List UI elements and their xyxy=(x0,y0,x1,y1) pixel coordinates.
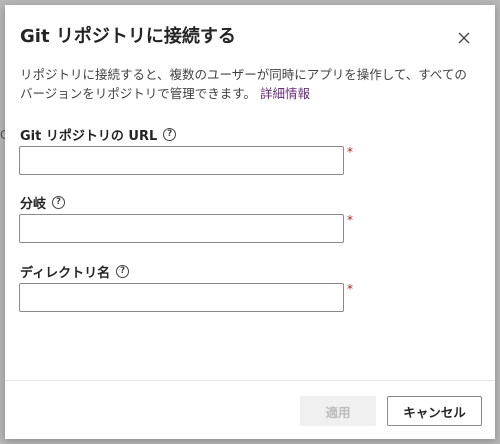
required-indicator: * xyxy=(347,282,353,296)
close-button[interactable] xyxy=(453,27,475,49)
connect-git-dialog: Git リポジトリに接続する リポジトリに接続すると、複数のユーザーが同時にアプ… xyxy=(5,5,495,439)
apply-button[interactable]: 適用 xyxy=(300,396,376,426)
help-icon[interactable]: ? xyxy=(52,196,66,209)
help-icon[interactable]: ? xyxy=(116,265,130,278)
required-indicator: * xyxy=(347,145,353,159)
learn-more-link[interactable]: 詳細情報 xyxy=(260,86,310,101)
repo-url-input[interactable] xyxy=(19,146,344,175)
repo-url-label: Git リポジトリの URL ? xyxy=(20,125,177,144)
help-icon[interactable]: ? xyxy=(163,128,177,141)
directory-name-input[interactable] xyxy=(19,283,344,312)
branch-label-text: 分岐 xyxy=(20,197,47,212)
cancel-button[interactable]: キャンセル xyxy=(387,396,482,426)
required-indicator: * xyxy=(347,213,353,227)
branch-input[interactable] xyxy=(19,214,344,243)
repo-url-label-text: Git リポジトリの URL xyxy=(20,129,158,144)
dialog-header: Git リポジトリに接続する xyxy=(20,25,480,51)
directory-name-label-text: ディレクトリ名 xyxy=(20,266,111,281)
dialog-description: リポジトリに接続すると、複数のユーザーが同時にアプリを操作して、すべてのバージョ… xyxy=(20,65,475,103)
branch-label: 分岐 ? xyxy=(20,193,66,212)
dialog-footer: 適用 キャンセル xyxy=(5,380,495,439)
description-text: リポジトリに接続すると、複数のユーザーが同時にアプリを操作して、すべてのバージョ… xyxy=(20,67,467,101)
close-icon xyxy=(458,32,470,44)
directory-name-label: ディレクトリ名 ? xyxy=(20,262,130,281)
dialog-title: Git リポジトリに接続する xyxy=(20,26,236,47)
